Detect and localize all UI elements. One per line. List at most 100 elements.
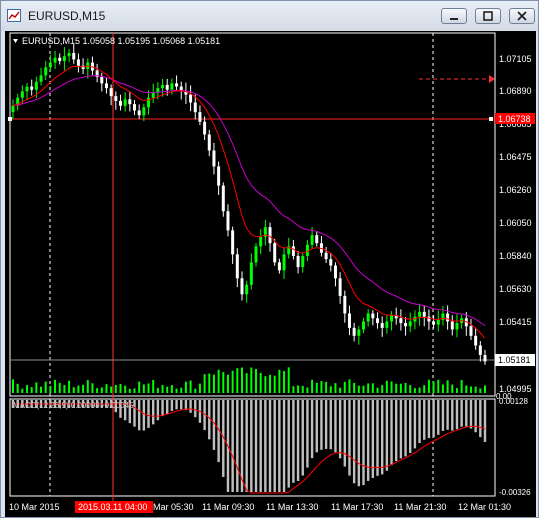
macd-bar [460,400,463,427]
indicator-tick: -0.00326 [499,488,531,497]
candle-body [254,246,258,263]
minimize-button[interactable] [441,8,467,24]
candle-body [422,311,426,317]
candle-body [249,262,253,285]
macd-bar [306,400,309,468]
candle-body [11,105,15,113]
candle-body [315,235,319,244]
price-chart[interactable]: EURUSD,M15 1.05058 1.05195 1.05068 1.051… [5,31,536,517]
volume-bar [339,387,342,393]
volume-bar [161,384,164,393]
indicator-header: MACD(12,26,9) 0.00098 -0.00045 [13,401,134,410]
volume-bar [203,374,206,393]
volume-bar [110,386,113,393]
macd-bar [437,400,440,435]
volume-bar [469,386,472,393]
volume-bar [329,386,332,393]
macd-bar [380,400,384,475]
hline-handle[interactable] [489,117,493,121]
candle-body [128,99,132,105]
candle-body [390,315,394,322]
volume-bar [287,367,290,393]
maximize-button[interactable] [475,8,501,24]
macd-bar [268,400,272,492]
volume-bar [343,381,346,393]
macd-bar [166,400,169,415]
volume-bar [334,383,337,393]
volume-bar [451,384,454,393]
volume-bar [30,387,33,393]
candle-body [333,265,337,279]
symbol-dropdown-icon[interactable] [13,39,18,43]
volume-bar [68,380,71,393]
macd-bar [184,400,188,411]
chart-window: EURUSD,M15 EURUSD,M15 1.05058 1.05195 1.… [0,0,539,518]
candle-body [385,321,389,328]
macd-bar [231,400,234,492]
close-button[interactable] [509,8,535,24]
volume-bar [390,381,393,393]
volume-bar [465,385,468,393]
macd-bar [273,400,276,492]
candle-body [450,321,454,330]
macd-bar [137,400,141,431]
volume-bar [12,379,14,393]
macd-bar [474,400,477,433]
macd-bar [208,400,211,440]
macd-bar [133,400,136,427]
volume-bar [54,379,57,393]
macd-bar [315,400,318,453]
macd-bar [147,400,150,428]
volume-bar [40,386,43,393]
candle-body [273,243,277,263]
macd-bar [404,400,407,457]
volume-bar [189,380,192,393]
time-label: Mar 05:30 [153,502,194,512]
volume-bar [96,388,99,393]
hline-handle[interactable] [8,117,12,121]
candle-body [67,52,71,57]
macd-bar [376,400,379,476]
candle-body [114,96,118,101]
macd-bar [399,400,403,459]
volume-bar [320,381,323,393]
macd-bar [282,400,286,492]
macd-bar [446,400,449,430]
macd-histogram [11,400,487,492]
macd-bar [310,400,314,459]
macd-bar [324,400,328,449]
volume-bar [479,388,482,393]
volume-bar [259,372,262,393]
title-bar[interactable]: EURUSD,M15 [1,1,538,31]
candle-body [231,230,235,255]
macd-bar [409,400,412,453]
volume-bar [212,374,215,393]
macd-bar [357,400,361,487]
chart-canvas[interactable]: EURUSD,M15 1.05058 1.05195 1.05068 1.051… [5,31,536,517]
macd-bar [264,400,267,492]
candle-body [291,246,295,256]
price-tick: 1.06260 [499,185,532,195]
volume-bar [226,374,229,393]
volume-bar [273,375,276,393]
candle-body [329,259,333,266]
volume-bar [376,387,379,393]
candle-body [474,335,478,346]
volume-bar [250,367,253,393]
candle-body [376,318,380,324]
volume-bar [217,369,220,393]
volume-bar [455,388,458,393]
time-label: 11 Mar 17:30 [331,502,383,512]
volume-bar [325,381,328,393]
candle-body [277,262,281,271]
volume-bar [460,380,463,393]
macd-bar [338,400,342,459]
volume-bar [35,382,38,393]
window-title: EURUSD,M15 [28,9,106,23]
chart-header: EURUSD,M15 1.05058 1.05195 1.05068 1.051… [22,36,220,46]
candle-body [469,326,473,336]
macd-bar [301,400,304,476]
minimize-icon [450,18,458,20]
candle-body [58,57,62,61]
volume-bar [357,385,360,393]
